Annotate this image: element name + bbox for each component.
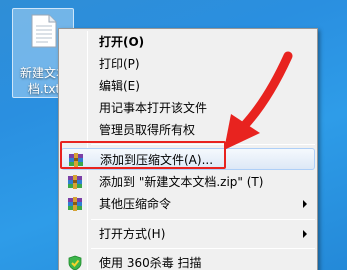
annotation-arrow-icon xyxy=(224,51,293,150)
